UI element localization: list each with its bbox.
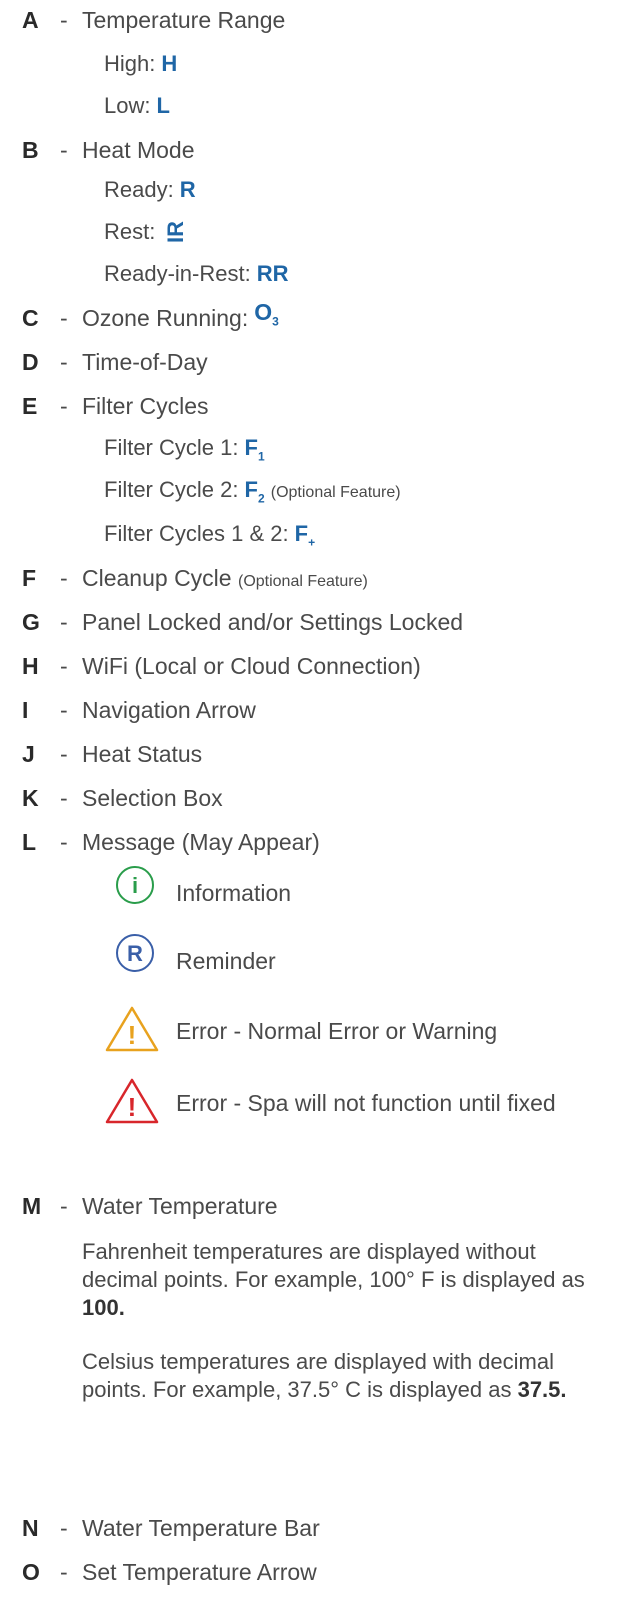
celsius-note: Celsius temperatures are displayed with … xyxy=(82,1349,567,1402)
sub-item-high: High: H xyxy=(104,51,178,76)
high-symbol: H xyxy=(161,51,178,76)
sub-item-ready: Ready: R xyxy=(104,177,196,202)
sub-item-filter-1: Filter Cycle 1: F1 xyxy=(104,435,265,464)
filter-2-symbol: F2 xyxy=(244,477,265,506)
information-icon: i xyxy=(116,866,154,904)
sub-item-low: Low: L xyxy=(104,93,170,118)
sub-item-filter-1-2: Filter Cycles 1 & 2: F+ xyxy=(104,521,316,550)
error-icon: ! xyxy=(105,1078,159,1124)
sub-item-filter-2: Filter Cycle 2: F2 (Optional Feature) xyxy=(104,477,401,506)
ready-in-rest-symbol: RR xyxy=(256,261,289,286)
low-symbol: L xyxy=(156,93,170,118)
rest-symbol: IR xyxy=(163,221,189,243)
svg-text:!: ! xyxy=(128,1020,137,1050)
fahrenheit-note: Fahrenheit temperatures are displayed wi… xyxy=(82,1239,585,1320)
filter-1-2-symbol: F+ xyxy=(294,521,316,550)
sub-item-rest: Rest: IR xyxy=(104,219,189,244)
svg-text:!: ! xyxy=(128,1092,137,1122)
sub-item-ready-in-rest: Ready-in-Rest: RR xyxy=(104,261,289,286)
legend-label: Temperature Range xyxy=(82,7,286,33)
ozone-symbol: O3 xyxy=(254,299,279,329)
warning-icon: ! xyxy=(105,1006,159,1052)
ready-symbol: R xyxy=(179,177,196,202)
legend-key: A xyxy=(22,7,39,33)
reminder-icon: R xyxy=(116,934,154,972)
filter-1-symbol: F1 xyxy=(244,435,265,464)
